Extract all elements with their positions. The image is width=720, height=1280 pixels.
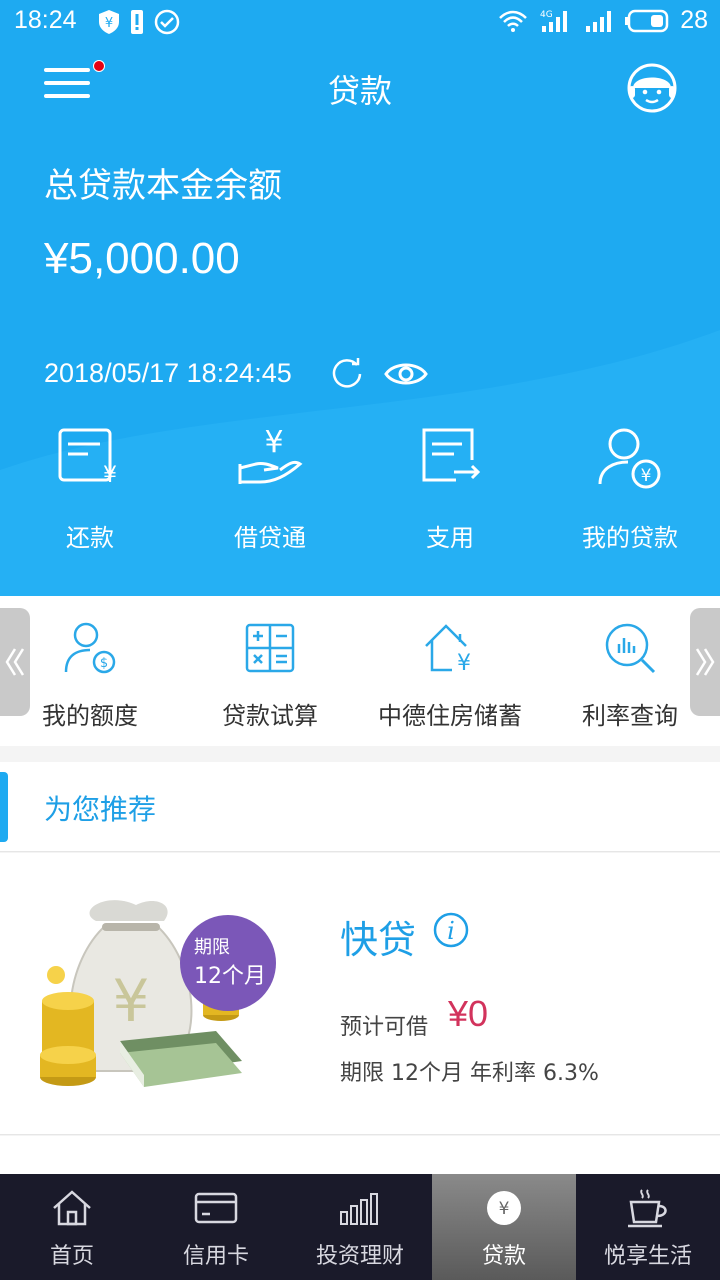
service-label: 我的额度 [42, 702, 138, 730]
borrow-amount: ¥0 [448, 993, 489, 1034]
svg-text:¥: ¥ [105, 16, 113, 31]
loan-header-panel: 18:24 ¥ 4G 28 贷款 总贷款本金余额 ¥5,000.00 2018/… [0, 0, 720, 596]
quick-actions: ¥ 还款 ¥ 借贷通 支用 ¥ 我的贷款 [0, 424, 720, 553]
service-label: 利率查询 [582, 702, 678, 730]
quick-action-label: 支用 [426, 524, 474, 552]
status-time: 18:24 [14, 6, 77, 34]
nav-credit-card[interactable]: 信用卡 [144, 1174, 288, 1280]
svg-text:¥: ¥ [264, 425, 283, 460]
service-label: 中德住房储蓄 [378, 702, 522, 730]
scroll-left-button[interactable] [0, 608, 30, 716]
shield-yen-icon: ¥ [99, 10, 119, 34]
service-carousel: $ 我的额度 贷款试算 ¥ 中德住房储蓄 利率查询 [0, 596, 720, 746]
eye-icon[interactable] [384, 358, 428, 390]
quick-action-label: 我的贷款 [582, 524, 678, 552]
service-loan-calculator[interactable]: 贷款试算 [180, 596, 360, 731]
credit-card-icon [194, 1192, 238, 1224]
withdraw-icon [422, 428, 481, 482]
loan-hand-icon: ¥ [238, 425, 303, 484]
double-chevron-left-icon [5, 648, 25, 676]
recommend-section-header: 为您推荐 [0, 762, 720, 852]
balance-label: 总贷款本金余额 [44, 166, 282, 206]
svg-text:¥: ¥ [113, 967, 150, 1035]
refresh-icon[interactable] [330, 356, 364, 390]
balance-amount: ¥5,000.00 [44, 234, 240, 283]
status-bar: 18:24 ¥ 4G 28 [0, 0, 720, 46]
product-card-kuaidai[interactable]: ¥ 期限 12个月 快贷 i 预计可借 ¥0 期限 12个月 年利率 6.3% [0, 853, 720, 1135]
term-badge [180, 915, 276, 1011]
nav-loan[interactable]: ¥ 贷款 [432, 1174, 576, 1280]
signal-4g-icon: 4G [540, 10, 568, 32]
badge-line1: 期限 [194, 937, 230, 958]
quick-action-repay[interactable]: ¥ 还款 [0, 424, 180, 553]
repay-icon: ¥ [58, 428, 117, 488]
nav-home[interactable]: 首页 [0, 1174, 144, 1280]
bottom-navigation: 首页 信用卡 投资理财 ¥ 贷款 悦享生活 [0, 1174, 720, 1280]
alert-icon [131, 10, 143, 34]
product-terms: 期限 12个月 年利率 6.3% [340, 1061, 599, 1086]
house-savings-icon: ¥ [425, 624, 471, 676]
battery-icon [625, 9, 669, 32]
wifi-icon [499, 10, 528, 32]
coffee-cup-icon [628, 1189, 667, 1228]
battery-level: 28 [680, 6, 708, 34]
svg-text:¥: ¥ [457, 651, 471, 676]
customer-service-icon[interactable] [624, 60, 680, 116]
home-icon [53, 1190, 91, 1226]
rate-search-icon [605, 623, 656, 674]
title-bar: 贷款 [0, 46, 720, 130]
quick-action-label: 借贷通 [234, 524, 306, 552]
quick-action-my-loan[interactable]: ¥ 我的贷款 [540, 424, 720, 553]
nav-invest[interactable]: 投资理财 [288, 1174, 432, 1280]
double-chevron-right-icon [695, 648, 715, 676]
money-bag-illustration: ¥ 期限 12个月 [40, 900, 276, 1087]
invest-chart-icon [340, 1193, 378, 1225]
info-icon[interactable]: i [432, 911, 470, 949]
scroll-right-button[interactable] [690, 608, 720, 716]
nav-label: 悦享生活 [603, 1244, 692, 1269]
service-house-savings[interactable]: ¥ 中德住房储蓄 [360, 596, 540, 731]
nav-label: 首页 [49, 1244, 94, 1269]
quick-action-label: 还款 [66, 524, 114, 552]
page-title: 贷款 [327, 72, 392, 110]
calculator-icon [245, 623, 295, 673]
quick-action-withdraw[interactable]: 支用 [360, 424, 540, 553]
section-accent-bar [0, 772, 8, 842]
borrow-label: 预计可借 [340, 1015, 429, 1040]
product-name: 快贷 [340, 918, 417, 962]
svg-text:4G: 4G [540, 10, 553, 20]
nav-life[interactable]: 悦享生活 [576, 1174, 720, 1280]
my-loan-icon: ¥ [598, 428, 661, 489]
service-label: 贷款试算 [222, 702, 318, 730]
signal-icon [586, 10, 612, 32]
badge-line2: 12个月 [194, 964, 266, 989]
svg-text:¥: ¥ [499, 1199, 510, 1219]
recommend-title: 为您推荐 [44, 793, 157, 826]
svg-text:¥: ¥ [103, 463, 117, 488]
quota-icon: $ [64, 622, 116, 674]
svg-text:¥: ¥ [641, 466, 652, 486]
check-circle-icon [154, 9, 180, 35]
svg-text:$: $ [100, 656, 108, 671]
loan-yen-icon: ¥ [487, 1191, 521, 1225]
list-continuation [0, 1136, 720, 1174]
quick-action-jiedaitong[interactable]: ¥ 借贷通 [180, 424, 360, 553]
nav-label: 信用卡 [182, 1244, 249, 1269]
nav-label: 投资理财 [315, 1244, 404, 1269]
svg-text:i: i [447, 917, 455, 945]
nav-label: 贷款 [481, 1244, 526, 1269]
update-timestamp: 2018/05/17 18:24:45 [44, 358, 292, 388]
